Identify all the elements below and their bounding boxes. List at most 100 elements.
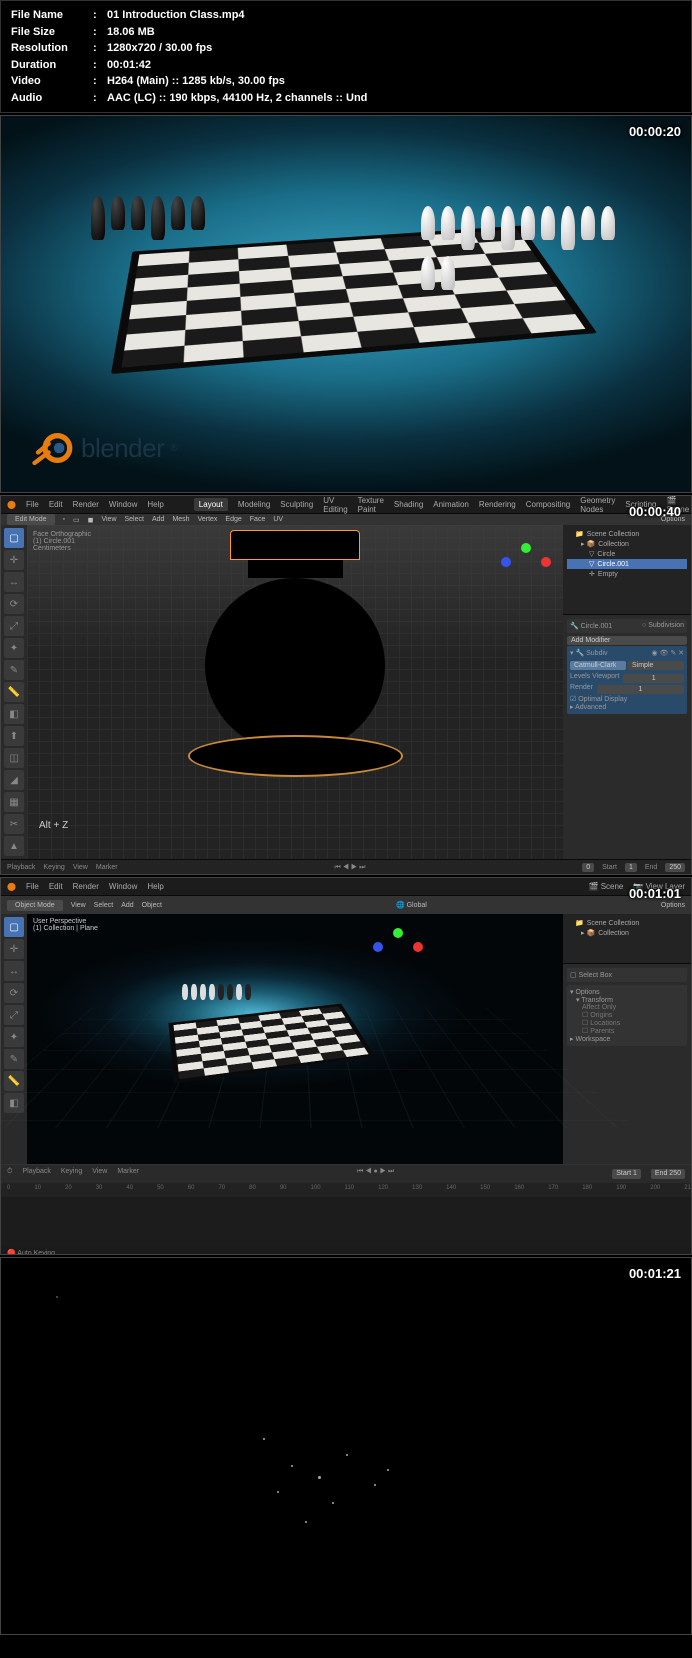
- parents-checkbox[interactable]: ☐ Parents: [582, 1027, 684, 1035]
- tool-cursor[interactable]: ✛: [4, 550, 24, 570]
- header-edge[interactable]: Edge: [225, 516, 241, 523]
- workspace-layout[interactable]: Layout: [194, 498, 228, 511]
- timeline[interactable]: ⏱ Playback Keying View Marker ⏮ ◀ ● ▶ ⏭ …: [1, 1164, 691, 1254]
- tool-polybuild[interactable]: ▲: [4, 836, 24, 856]
- tool-move[interactable]: ↔: [4, 961, 24, 981]
- menu-help[interactable]: Help: [147, 882, 163, 891]
- workspace-compositing[interactable]: Compositing: [526, 500, 570, 509]
- select-mode-vertex[interactable]: ▫: [63, 516, 65, 523]
- outliner[interactable]: 📁 Scene Collection ▸ 📦 Collection ▽ Circ…: [563, 525, 691, 615]
- outliner-collection[interactable]: ▸ 📦 Collection: [567, 928, 687, 938]
- tool-move[interactable]: ↔: [4, 572, 24, 592]
- workspace-rendering[interactable]: Rendering: [479, 500, 516, 509]
- workspace-sculpting[interactable]: Sculpting: [280, 500, 313, 509]
- tool-annotate[interactable]: ✎: [4, 1049, 24, 1069]
- tool-loopcut[interactable]: ▦: [4, 792, 24, 812]
- timeline-playback[interactable]: Playback: [22, 1168, 50, 1180]
- menu-window[interactable]: Window: [109, 882, 137, 891]
- workspace-texturepaint[interactable]: Texture Paint: [358, 496, 384, 514]
- tool-select[interactable]: ▢: [4, 917, 24, 937]
- timeline-keying[interactable]: Keying: [43, 864, 64, 871]
- header-select[interactable]: Select: [94, 902, 113, 909]
- workspace-shading[interactable]: Shading: [394, 500, 423, 509]
- outliner-item-selected[interactable]: ▽ Circle.001: [567, 559, 687, 569]
- levels-viewport-input[interactable]: 1: [623, 674, 684, 683]
- render-levels-input[interactable]: 1: [597, 685, 684, 694]
- outliner-collection[interactable]: ▸ 📦 Collection: [567, 539, 687, 549]
- header-add[interactable]: Add: [121, 902, 133, 909]
- modifier-header[interactable]: ▾ 🔧 Subdiv ◉ 👁 ✎ ✕: [570, 649, 684, 657]
- navigation-gizmo[interactable]: [501, 537, 551, 587]
- header-add[interactable]: Add: [152, 516, 164, 523]
- tool-cursor[interactable]: ✛: [4, 939, 24, 959]
- tool-rotate[interactable]: ⟳: [4, 983, 24, 1003]
- timeline-keying[interactable]: Keying: [61, 1168, 82, 1180]
- axis-z[interactable]: [373, 942, 383, 952]
- workspace-animation[interactable]: Animation: [433, 500, 469, 509]
- origins-checkbox[interactable]: ☐ Origins: [582, 1011, 684, 1019]
- axis-y[interactable]: [521, 543, 531, 553]
- tool-inset[interactable]: ◫: [4, 748, 24, 768]
- timeline-marker[interactable]: Marker: [96, 864, 118, 871]
- header-view[interactable]: View: [71, 902, 86, 909]
- options-header[interactable]: ▾ Options: [570, 988, 684, 996]
- tool-transform[interactable]: ✦: [4, 1027, 24, 1047]
- header-vertex[interactable]: Vertex: [198, 516, 218, 523]
- end-frame[interactable]: End 250: [651, 1169, 685, 1179]
- playback-controls[interactable]: ⏮ ◀ ▶ ⏭: [334, 864, 365, 872]
- tool-scale[interactable]: ⤢: [4, 1005, 24, 1025]
- menu-render[interactable]: Render: [73, 882, 99, 891]
- menu-edit[interactable]: Edit: [49, 500, 63, 509]
- workspace-geonodes[interactable]: Geometry Nodes: [580, 496, 615, 514]
- header-select[interactable]: Select: [125, 516, 144, 523]
- menu-edit[interactable]: Edit: [49, 882, 63, 891]
- add-modifier-dropdown[interactable]: Add Modifier: [567, 636, 687, 645]
- menu-window[interactable]: Window: [109, 500, 137, 509]
- header-mesh[interactable]: Mesh: [172, 516, 189, 523]
- subdiv-type[interactable]: Catmull-Clark: [570, 661, 626, 670]
- start-frame[interactable]: Start 1: [612, 1169, 641, 1179]
- menu-help[interactable]: Help: [147, 500, 163, 509]
- viewport-3d[interactable]: Face Orthographic (1) Circle.001 Centime…: [27, 525, 563, 859]
- timeline-playback[interactable]: Playback: [7, 864, 35, 871]
- menu-file[interactable]: File: [26, 500, 39, 509]
- tool-transform[interactable]: ✦: [4, 638, 24, 658]
- outliner-item[interactable]: ✛ Empty: [567, 569, 687, 579]
- outliner[interactable]: 📁 Scene Collection ▸ 📦 Collection: [563, 914, 691, 964]
- orientation[interactable]: 🌐 Global: [396, 901, 427, 909]
- select-mode-face[interactable]: ◼: [88, 516, 94, 524]
- navigation-gizmo[interactable]: [373, 922, 423, 972]
- header-object[interactable]: Object: [142, 902, 162, 909]
- dopesheet-area[interactable]: [1, 1197, 691, 1247]
- axis-z[interactable]: [501, 557, 511, 567]
- timeline-view[interactable]: View: [73, 864, 88, 871]
- workspace-modeling[interactable]: Modeling: [238, 500, 270, 509]
- workspace-uvediting[interactable]: UV Editing: [323, 496, 347, 514]
- header-view[interactable]: View: [101, 516, 116, 523]
- timeline-marker[interactable]: Marker: [117, 1168, 139, 1180]
- start-frame[interactable]: 1: [625, 863, 637, 872]
- timeline-ruler[interactable]: 0102030405060708090100110120130140150160…: [1, 1183, 691, 1197]
- subdiv-simple[interactable]: Simple: [628, 661, 684, 670]
- tool-knife[interactable]: ✂: [4, 814, 24, 834]
- axis-y[interactable]: [393, 928, 403, 938]
- mode-dropdown[interactable]: Object Mode: [7, 900, 63, 911]
- menu-file[interactable]: File: [26, 882, 39, 891]
- outliner-scene[interactable]: 📁 Scene Collection: [567, 529, 687, 539]
- advanced-section[interactable]: ▸ Advanced: [570, 703, 684, 711]
- current-frame[interactable]: 0: [582, 863, 594, 872]
- mode-dropdown[interactable]: Edit Mode: [7, 514, 55, 525]
- scene-selector[interactable]: 🎬 Scene: [589, 882, 624, 891]
- object-name-field[interactable]: 🔧 Circle.001 ○ Subdivision: [567, 619, 687, 633]
- end-frame[interactable]: 250: [665, 863, 685, 872]
- header-face[interactable]: Face: [250, 516, 266, 523]
- timeline[interactable]: Playback Keying View Marker ⏮ ◀ ▶ ⏭ 0 St…: [1, 859, 691, 875]
- optimal-display-checkbox[interactable]: ☑ Optimal Display: [570, 695, 684, 703]
- tool-rotate[interactable]: ⟳: [4, 594, 24, 614]
- playback-controls[interactable]: ⏮ ◀ ● ▶ ⏭: [357, 1168, 394, 1180]
- timeline-view[interactable]: View: [92, 1168, 107, 1180]
- header-options[interactable]: Options: [661, 902, 685, 909]
- tool-select[interactable]: ▢: [4, 528, 24, 548]
- tool-scale[interactable]: ⤢: [4, 616, 24, 636]
- transform-header[interactable]: ▾ Transform: [576, 996, 684, 1004]
